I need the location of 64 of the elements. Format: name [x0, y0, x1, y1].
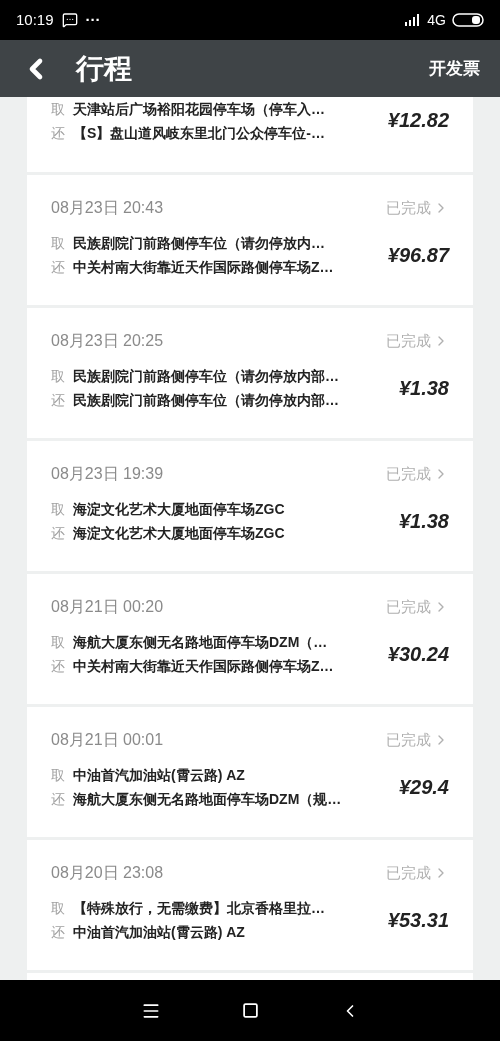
trip-date: 08月21日 00:20	[51, 597, 164, 617]
trip-card[interactable]: 08月23日 19:39 已完成 取 海淀文化艺术大厦地面停车场ZGC 还 海淀文化艺术大厦地面停车场ZGC ¥1.38	[27, 441, 473, 571]
trip-price: ¥53.31	[387, 908, 449, 933]
page-title: 行程	[76, 51, 132, 86]
invoice-button[interactable]: 开发票	[429, 55, 480, 82]
return-location: 中关村南大街靠近天作国际路侧停车场Z…	[73, 257, 334, 277]
trip-status: 已完成	[386, 729, 431, 750]
trip-price: ¥1.38	[398, 509, 449, 534]
trip-card[interactable]: 08月21日 00:20 已完成 取 海航大厦东侧无名路地面停车场DZM（… 还 中关村南大街靠近天作国际路侧停车场Z… ¥30.24	[27, 574, 473, 704]
signal-icon	[405, 14, 422, 26]
pickup-location: 民族剧院门前路侧停车位（请勿停放内…	[73, 233, 325, 253]
trip-price: ¥29.4	[398, 775, 449, 800]
return-label: 还	[51, 123, 66, 143]
trip-date: 08月23日 20:25	[51, 331, 164, 351]
trip-price: ¥1.38	[398, 376, 449, 401]
trip-price: ¥12.82	[387, 108, 449, 133]
pickup-location: 海淀文化艺术大厦地面停车场ZGC	[73, 499, 285, 519]
pickup-label: 取	[51, 233, 66, 253]
return-label: 还	[51, 523, 66, 543]
return-location: 海淀文化艺术大厦地面停车场ZGC	[73, 523, 285, 543]
trip-status: 已完成	[386, 463, 431, 484]
return-location: 中油首汽加油站(霄云路) AZ	[73, 922, 245, 942]
trip-status: 已完成	[386, 862, 431, 883]
trip-price: ¥30.24	[387, 642, 449, 667]
pickup-location: 中油首汽加油站(霄云路) AZ	[73, 765, 245, 785]
trip-card[interactable]: 08月21日 00:01 已完成 取 中油首汽加油站(霄云路) AZ 还 海航大厦东侧无名路地面停车场DZM（规… ¥29.4	[27, 707, 473, 837]
return-location: 【S】盘山道风岐东里北门公众停车位-…	[73, 123, 325, 143]
pickup-location: 天津站后广场裕阳花园停车场（停车入…	[73, 99, 325, 119]
trip-date: 08月20日 23:08	[51, 863, 164, 883]
pickup-label: 取	[51, 765, 66, 785]
return-location: 民族剧院门前路侧停车位（请勿停放内部…	[73, 390, 339, 410]
home-button[interactable]	[241, 1002, 259, 1019]
trip-card[interactable]: 取 天津站后广场裕阳花园停车场（停车入… 还 【S】盘山道风岐东里北门公众停车位-… ¥12.82	[27, 97, 473, 172]
square-icon	[241, 1002, 259, 1019]
return-label: 还	[51, 257, 66, 277]
return-label: 还	[51, 922, 66, 942]
return-label: 还	[51, 656, 66, 676]
trip-date: 08月21日 00:01	[51, 730, 164, 750]
battery-icon	[452, 13, 484, 27]
trip-date: 08月23日 20:43	[51, 198, 164, 218]
pickup-label: 取	[51, 366, 66, 386]
more-notifications: ···	[85, 9, 101, 30]
pickup-label: 取	[51, 99, 66, 119]
return-label: 还	[51, 789, 66, 809]
trip-card[interactable]: 08月20日 23:08 已完成 取 【特殊放行，无需缴费】北京香格里拉… 还 中油首汽加油站(霄云路) AZ ¥53.31	[27, 840, 473, 970]
pickup-location: 民族剧院门前路侧停车位（请勿停放内部…	[73, 366, 339, 386]
pickup-label: 取	[51, 898, 66, 918]
trip-price: ¥96.87	[387, 243, 449, 268]
return-location: 中关村南大街靠近天作国际路侧停车场Z…	[73, 656, 334, 676]
return-location: 海航大厦东侧无名路地面停车场DZM（规…	[73, 789, 342, 809]
return-label: 还	[51, 390, 66, 410]
pickup-label: 取	[51, 632, 66, 652]
trip-card[interactable]: 08月23日 20:25 已完成 取 民族剧院门前路侧停车位（请勿停放内部… 还 民族剧院门前路侧停车位（请勿停放内部… ¥1.38	[27, 308, 473, 438]
pickup-label: 取	[51, 499, 66, 519]
message-icon	[61, 12, 78, 28]
trip-status: 已完成	[386, 197, 431, 218]
trip-card[interactable]: 08月23日 20:43 已完成 取 民族剧院门前路侧停车位（请勿停放内… 还 中关村南大街靠近天作国际路侧停车场Z… ¥96.87	[27, 175, 473, 305]
network-type: 4G	[427, 10, 446, 30]
trip-date: 08月23日 19:39	[51, 464, 164, 484]
clock-time: 10:19	[16, 9, 54, 30]
pickup-location: 海航大厦东侧无名路地面停车场DZM（…	[73, 632, 328, 652]
trip-status: 已完成	[386, 596, 431, 617]
trip-status: 已完成	[386, 330, 431, 351]
pickup-location: 【特殊放行，无需缴费】北京香格里拉…	[73, 898, 325, 918]
